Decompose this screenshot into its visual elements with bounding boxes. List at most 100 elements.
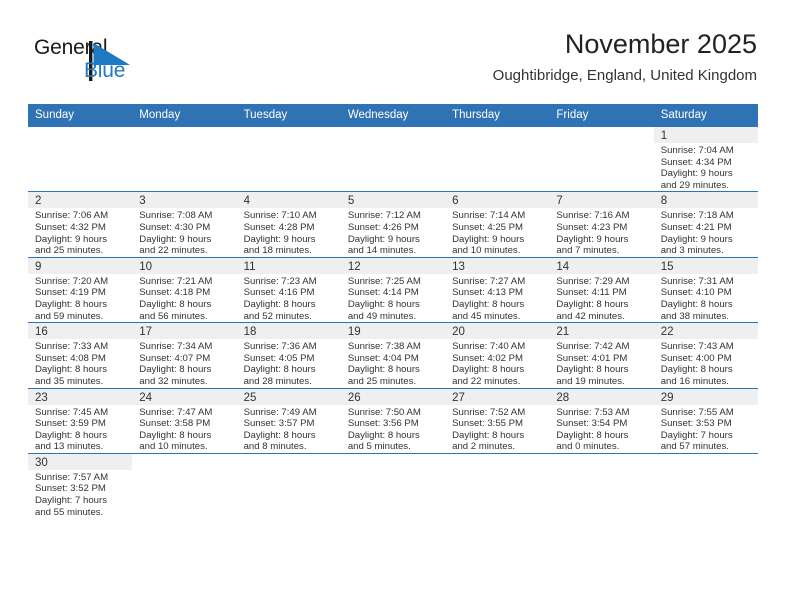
- daylight-duration-line1: Daylight: 8 hours: [243, 298, 316, 310]
- sunrise-time: Sunrise: 7:29 AM: [556, 275, 630, 287]
- sunrise-time: Sunrise: 7:50 AM: [347, 406, 421, 418]
- daylight-duration-line2: and 52 minutes.: [243, 310, 312, 322]
- page-title: November 2025: [564, 29, 757, 59]
- day-cell-inner: 14 Sunrise: 7:29 AM Sunset: 4:11 PM Dayligh…: [549, 257, 654, 322]
- calendar-cell-empty: [236, 453, 341, 519]
- day-number: 6: [445, 192, 550, 209]
- calendar-cell-empty: [653, 453, 758, 519]
- calendar-day-cell[interactable]: 19 Sunrise: 7:38 AM Sunset: 4:04 PM Dayligh…: [340, 322, 446, 389]
- sunset-time: Sunset: 4:25 PM: [452, 221, 524, 233]
- calendar-day-cell[interactable]: 18 Sunrise: 7:36 AM Sunset: 4:05 PM Dayligh…: [236, 322, 341, 389]
- calendar-day-cell[interactable]: 6 Sunrise: 7:14 AM Sunset: 4:25 PM Daylight…: [445, 191, 550, 258]
- day-cell-inner: [132, 127, 237, 191]
- day-cell-inner: [549, 453, 654, 518]
- calendar-day-cell[interactable]: 11 Sunrise: 7:23 AM Sunset: 4:16 PM Dayligh…: [236, 257, 341, 324]
- day-number: 26: [340, 388, 446, 405]
- day-number: 19: [340, 323, 446, 340]
- calendar-day-cell[interactable]: 13 Sunrise: 7:27 AM Sunset: 4:13 PM Dayligh…: [445, 257, 550, 324]
- calendar-cell-empty: [132, 453, 237, 519]
- day-details: Sunrise: 7:36 AM Sunset: 4:05 PM Daylight:…: [237, 339, 341, 387]
- weekday-header-monday: Monday: [132, 104, 237, 127]
- calendar-day-cell[interactable]: 10 Sunrise: 7:21 AM Sunset: 4:18 PM Dayligh…: [132, 257, 237, 324]
- calendar-day-cell[interactable]: 16 Sunrise: 7:33 AM Sunset: 4:08 PM Dayligh…: [28, 322, 133, 389]
- day-details: Sunrise: 7:57 AM Sunset: 3:52 PM Daylight:…: [28, 470, 132, 518]
- day-number: [340, 453, 446, 470]
- day-details: Sunrise: 7:20 AM Sunset: 4:19 PM Daylight:…: [28, 274, 132, 322]
- calendar-day-cell[interactable]: 9 Sunrise: 7:20 AM Sunset: 4:19 PM Daylight…: [28, 257, 133, 324]
- day-cell-inner: [236, 127, 341, 191]
- calendar-day-cell[interactable]: 24 Sunrise: 7:47 AM Sunset: 3:58 PM Dayligh…: [132, 388, 237, 454]
- calendar-day-cell[interactable]: 5 Sunrise: 7:12 AM Sunset: 4:26 PM Daylight…: [340, 191, 446, 258]
- calendar-day-cell[interactable]: 29 Sunrise: 7:55 AM Sunset: 3:53 PM Dayligh…: [653, 388, 758, 454]
- day-number: 5: [340, 192, 446, 209]
- day-cell-inner: 10 Sunrise: 7:21 AM Sunset: 4:18 PM Dayligh…: [132, 257, 237, 322]
- day-cell-inner: 5 Sunrise: 7:12 AM Sunset: 4:26 PM Daylight…: [340, 192, 446, 256]
- day-cell-inner: 24 Sunrise: 7:47 AM Sunset: 3:58 PM Dayligh…: [132, 388, 237, 453]
- weekday-header-saturday: Saturday: [653, 104, 758, 127]
- day-number: [340, 127, 446, 143]
- calendar-day-cell[interactable]: 3 Sunrise: 7:08 AM Sunset: 4:30 PM Daylight…: [132, 191, 237, 258]
- calendar-day-cell[interactable]: 27 Sunrise: 7:52 AM Sunset: 3:55 PM Dayligh…: [445, 388, 550, 454]
- calendar-cell-empty: [340, 127, 446, 193]
- daylight-duration-line2: and 25 minutes.: [347, 375, 417, 387]
- day-details: Sunrise: 7:43 AM Sunset: 4:00 PM Daylight:…: [654, 339, 758, 387]
- day-number: 12: [340, 257, 446, 274]
- daylight-duration-line1: Daylight: 8 hours: [556, 298, 629, 310]
- day-number: [236, 453, 341, 470]
- calendar-day-cell[interactable]: 15 Sunrise: 7:31 AM Sunset: 4:10 PM Dayligh…: [653, 257, 758, 324]
- day-cell-inner: [549, 127, 654, 191]
- daylight-duration-line1: Daylight: 8 hours: [347, 364, 420, 376]
- calendar-day-cell[interactable]: 28 Sunrise: 7:53 AM Sunset: 3:54 PM Dayligh…: [549, 388, 654, 454]
- calendar-day-cell[interactable]: 8 Sunrise: 7:18 AM Sunset: 4:21 PM Daylight…: [653, 191, 758, 258]
- daylight-duration-line1: Daylight: 8 hours: [452, 429, 525, 441]
- day-details: Sunrise: 7:38 AM Sunset: 4:04 PM Daylight:…: [341, 339, 445, 387]
- day-number: 8: [653, 192, 758, 209]
- day-details: Sunrise: 7:34 AM Sunset: 4:07 PM Daylight:…: [132, 339, 236, 387]
- calendar-day-cell[interactable]: 14 Sunrise: 7:29 AM Sunset: 4:11 PM Dayligh…: [549, 257, 654, 324]
- calendar-week-row: 2 Sunrise: 7:06 AM Sunset: 4:32 PM Daylight…: [28, 191, 758, 258]
- daylight-duration-line2: and 56 minutes.: [139, 310, 208, 322]
- calendar-day-cell[interactable]: 30 Sunrise: 7:57 AM Sunset: 3:52 PM Dayligh…: [28, 453, 133, 519]
- calendar-day-cell[interactable]: 26 Sunrise: 7:50 AM Sunset: 3:56 PM Dayligh…: [340, 388, 446, 454]
- calendar-day-cell[interactable]: 22 Sunrise: 7:43 AM Sunset: 4:00 PM Dayligh…: [653, 322, 758, 389]
- day-number: 9: [28, 257, 133, 274]
- daylight-duration-line2: and 16 minutes.: [660, 375, 729, 387]
- calendar-day-cell[interactable]: 21 Sunrise: 7:42 AM Sunset: 4:01 PM Dayligh…: [549, 322, 654, 389]
- day-cell-inner: 12 Sunrise: 7:25 AM Sunset: 4:14 PM Dayligh…: [340, 257, 446, 322]
- sunset-time: Sunset: 4:32 PM: [35, 221, 106, 233]
- general-blue-logo[interactable]: General Blue: [34, 36, 174, 88]
- calendar-day-cell[interactable]: 23 Sunrise: 7:45 AM Sunset: 3:59 PM Dayligh…: [28, 388, 133, 454]
- day-number: 29: [653, 388, 758, 405]
- calendar-day-cell[interactable]: 1 Sunrise: 7:04 AM Sunset: 4:34 PM Daylight…: [653, 127, 758, 193]
- daylight-duration-line2: and 45 minutes.: [452, 310, 521, 322]
- sunrise-time: Sunrise: 7:20 AM: [35, 275, 109, 287]
- sunset-time: Sunset: 4:13 PM: [452, 287, 524, 299]
- day-cell-inner: 27 Sunrise: 7:52 AM Sunset: 3:55 PM Dayligh…: [445, 388, 550, 453]
- sunset-time: Sunset: 4:07 PM: [139, 352, 211, 364]
- day-details: Sunrise: 7:50 AM Sunset: 3:56 PM Daylight:…: [341, 405, 445, 453]
- sunrise-time: Sunrise: 7:47 AM: [139, 406, 213, 418]
- calendar-day-cell[interactable]: 25 Sunrise: 7:49 AM Sunset: 3:57 PM Dayligh…: [236, 388, 341, 454]
- day-number: 21: [549, 323, 654, 340]
- daylight-duration-line2: and 22 minutes.: [452, 375, 521, 387]
- day-number: 28: [549, 388, 654, 405]
- daylight-duration-line1: Daylight: 8 hours: [139, 364, 212, 376]
- calendar-day-cell[interactable]: 2 Sunrise: 7:06 AM Sunset: 4:32 PM Daylight…: [28, 191, 133, 258]
- weekday-header-wednesday: Wednesday: [340, 104, 446, 127]
- sunrise-time: Sunrise: 7:38 AM: [347, 341, 421, 353]
- logo-text-blue: Blue: [84, 59, 126, 82]
- calendar-day-cell[interactable]: 20 Sunrise: 7:40 AM Sunset: 4:02 PM Dayligh…: [445, 322, 550, 389]
- sunset-time: Sunset: 4:30 PM: [139, 221, 211, 233]
- sunrise-time: Sunrise: 7:45 AM: [35, 406, 109, 418]
- daylight-duration-line2: and 10 minutes.: [452, 245, 521, 257]
- calendar-day-cell[interactable]: 7 Sunrise: 7:16 AM Sunset: 4:23 PM Daylight…: [549, 191, 654, 258]
- calendar-day-cell[interactable]: 17 Sunrise: 7:34 AM Sunset: 4:07 PM Dayligh…: [132, 322, 237, 389]
- sunrise-time: Sunrise: 7:33 AM: [35, 341, 109, 353]
- daylight-duration-line1: Daylight: 8 hours: [347, 429, 420, 441]
- calendar-day-cell[interactable]: 4 Sunrise: 7:10 AM Sunset: 4:28 PM Daylight…: [236, 191, 341, 258]
- day-details: Sunrise: 7:18 AM Sunset: 4:21 PM Daylight:…: [654, 208, 758, 256]
- calendar-day-cell[interactable]: 12 Sunrise: 7:25 AM Sunset: 4:14 PM Dayligh…: [340, 257, 446, 324]
- sunrise-time: Sunrise: 7:08 AM: [139, 210, 213, 222]
- daylight-duration-line2: and 22 minutes.: [139, 245, 208, 257]
- daylight-duration-line1: Daylight: 8 hours: [452, 364, 525, 376]
